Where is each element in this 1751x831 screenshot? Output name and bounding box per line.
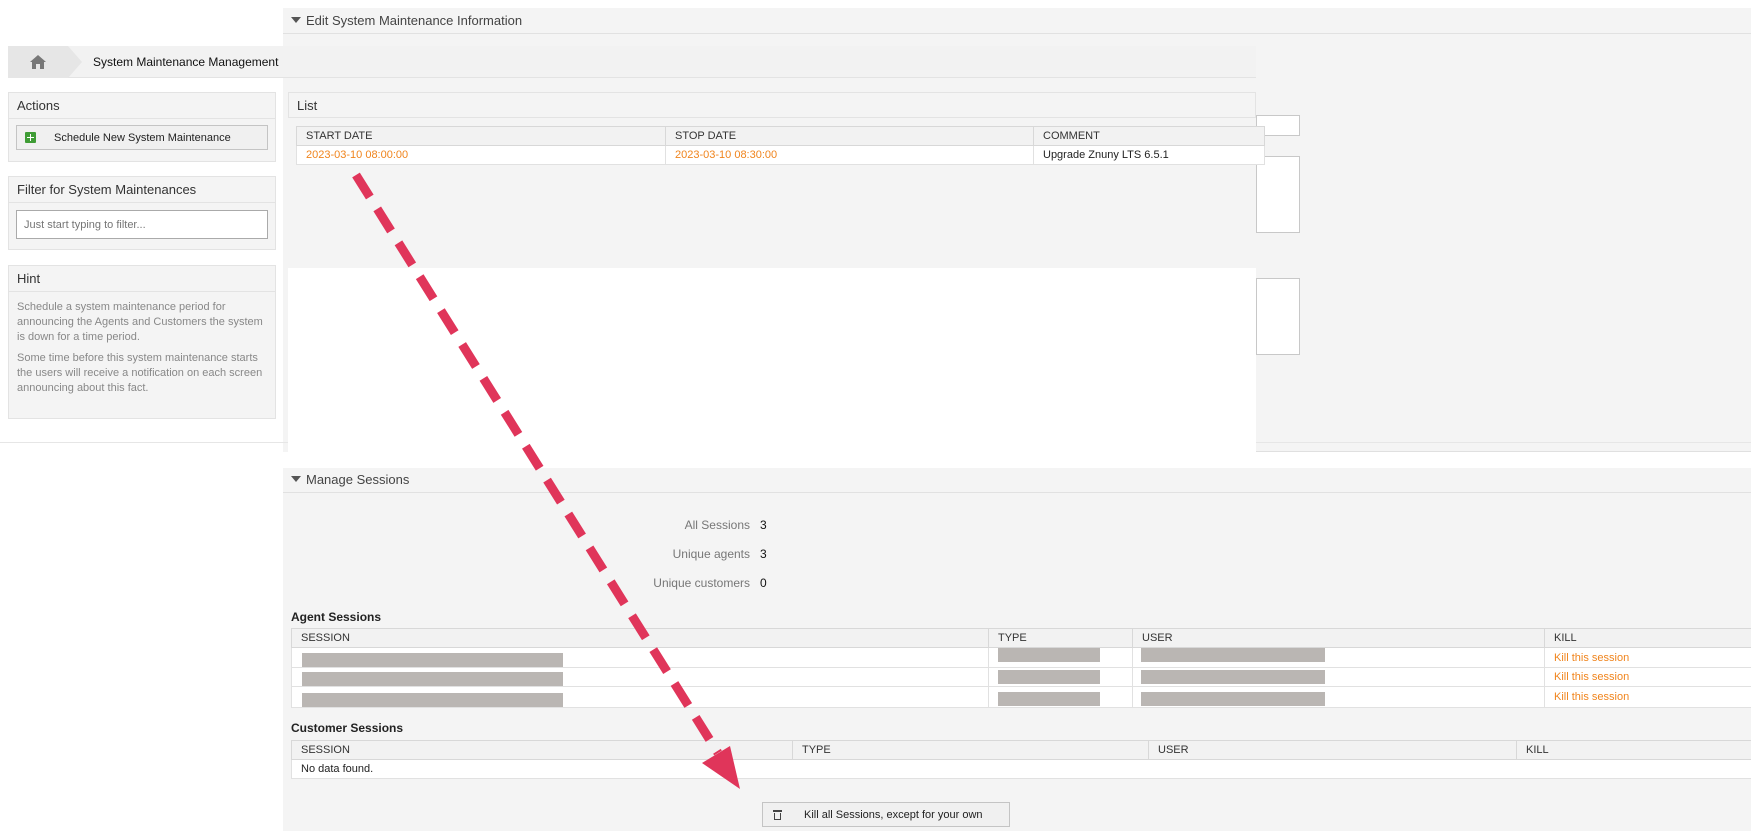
collapse-caret-icon[interactable] — [291, 476, 301, 482]
breadcrumb-current[interactable]: System Maintenance Management — [93, 55, 278, 69]
edit-form-textarea[interactable] — [1256, 156, 1300, 233]
kill-all-sessions-button[interactable]: Kill all Sessions, except for your own — [762, 802, 1010, 827]
column-start-date[interactable]: START DATE — [296, 126, 666, 146]
column-comment[interactable]: COMMENT — [1033, 126, 1265, 146]
breadcrumb-home[interactable] — [8, 46, 82, 78]
stat-all-sessions-label: All Sessions — [684, 518, 750, 532]
maintenance-table: START DATE STOP DATE COMMENT 2023-03-10 … — [296, 126, 1265, 165]
column-kill[interactable]: KILL — [1544, 628, 1751, 648]
kill-session-link[interactable]: Kill this session — [1544, 686, 1751, 708]
home-icon[interactable] — [30, 55, 46, 69]
agent-sessions-title: Agent Sessions — [291, 610, 382, 624]
customer-sessions-table: SESSION TYPE USER KILL No data found. — [291, 740, 1751, 779]
redacted-user — [1141, 648, 1325, 662]
column-type[interactable]: TYPE — [988, 628, 1133, 648]
edit-maintenance-header[interactable]: Edit System Maintenance Information — [283, 8, 1751, 34]
table-row: Kill this session — [291, 667, 1751, 687]
edit-maintenance-title: Edit System Maintenance Information — [306, 13, 523, 28]
hint-title: Hint — [9, 266, 275, 292]
agent-sessions-table: SESSION TYPE USER KILL Kill this session… — [291, 628, 1751, 708]
column-stop-date[interactable]: STOP DATE — [665, 126, 1034, 146]
manage-sessions-title: Manage Sessions — [306, 472, 410, 487]
comment-cell: Upgrade Znuny LTS 6.5.1 — [1033, 145, 1265, 165]
redacted-user — [1141, 670, 1325, 684]
panel-divider-2 — [1256, 451, 1751, 452]
column-session[interactable]: SESSION — [291, 740, 793, 760]
column-user[interactable]: USER — [1132, 628, 1545, 648]
filter-box: Filter for System Maintenances — [8, 176, 276, 250]
collapse-caret-icon[interactable] — [291, 17, 301, 23]
schedule-new-maintenance-label: Schedule New System Maintenance — [54, 131, 231, 144]
hint-paragraph-1: Schedule a system maintenance period for… — [17, 301, 263, 343]
redacted-session-id — [302, 653, 563, 667]
kill-all-sessions-label: Kill all Sessions, except for your own — [804, 808, 983, 821]
table-row: Kill this session — [291, 647, 1751, 668]
stat-unique-customers-value: 0 — [760, 576, 767, 590]
hint-paragraph-2: Some time before this system maintenance… — [17, 352, 263, 394]
table-row[interactable]: 2023-03-10 08:00:00 2023-03-10 08:30:00 … — [296, 145, 1265, 165]
stop-date-link[interactable]: 2023-03-10 08:30:00 — [665, 145, 1034, 165]
list-title: List — [288, 92, 1256, 118]
redacted-session-id — [302, 671, 563, 686]
actions-box: Actions Schedule New System Maintenance — [8, 92, 276, 162]
stat-unique-customers-label: Unique customers — [653, 576, 750, 590]
stat-unique-agents-value: 3 — [760, 547, 767, 561]
no-data-text: No data found. — [291, 759, 1751, 779]
kill-session-link[interactable]: Kill this session — [1544, 667, 1751, 687]
redacted-session-id — [302, 693, 563, 707]
manage-sessions-header[interactable]: Manage Sessions — [283, 468, 1751, 493]
customer-sessions-title: Customer Sessions — [291, 721, 404, 735]
stat-unique-agents-label: Unique agents — [672, 547, 750, 561]
redacted-type — [998, 670, 1100, 684]
redacted-user — [1141, 691, 1325, 706]
breadcrumb: System Maintenance Management — [8, 46, 1256, 78]
column-kill[interactable]: KILL — [1516, 740, 1751, 760]
schedule-new-maintenance-button[interactable]: Schedule New System Maintenance — [16, 125, 268, 150]
column-user[interactable]: USER — [1148, 740, 1517, 760]
plus-square-icon — [25, 132, 36, 143]
kill-session-link[interactable]: Kill this session — [1544, 647, 1751, 668]
column-type[interactable]: TYPE — [792, 740, 1149, 760]
redacted-type — [998, 648, 1100, 662]
actions-title: Actions — [9, 93, 275, 119]
edit-form-textarea-2[interactable] — [1256, 278, 1300, 355]
maintenance-list-box: List START DATE STOP DATE COMMENT 2023-0… — [288, 92, 1265, 468]
redacted-type — [998, 691, 1100, 706]
column-session[interactable]: SESSION — [291, 628, 989, 648]
trash-icon — [773, 809, 782, 820]
table-row: No data found. — [291, 759, 1751, 779]
hint-box: Hint Schedule a system maintenance perio… — [8, 265, 276, 419]
filter-title: Filter for System Maintenances — [9, 177, 275, 203]
table-row: Kill this session — [291, 686, 1751, 708]
start-date-link[interactable]: 2023-03-10 08:00:00 — [296, 145, 666, 165]
filter-input[interactable] — [16, 210, 268, 239]
stat-all-sessions-value: 3 — [760, 518, 767, 532]
